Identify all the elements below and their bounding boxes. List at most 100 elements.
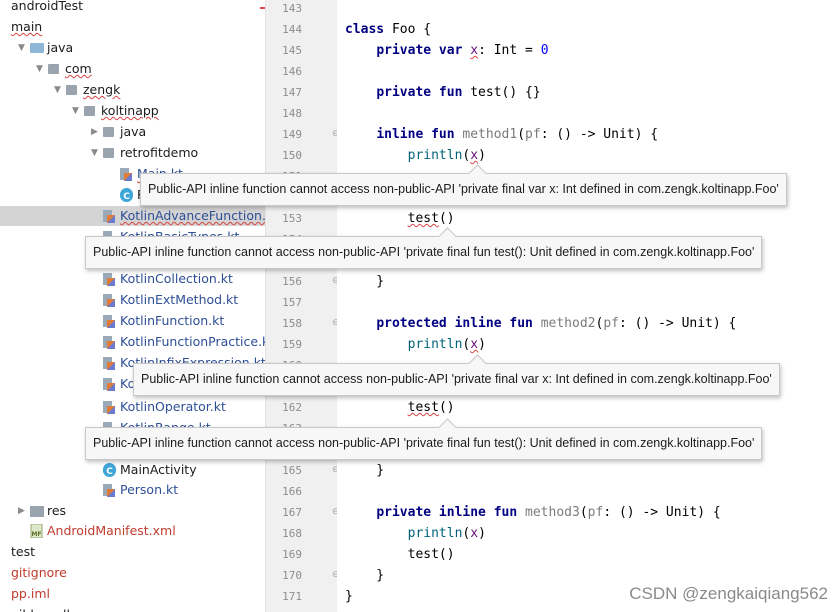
tree-item-label: KotlinFunctionPractice.kt [120,334,265,349]
tree-item[interactable]: Person.kt [0,480,265,500]
tree-item-label: KotlinExtMethod.kt [120,292,239,307]
tree-item[interactable]: KotlinFunctionPractice.kt [0,332,265,352]
line-number: 169 [282,548,302,561]
tree-item-label: java [47,40,74,55]
tooltip-text: Public-API inline function cannot access… [141,372,772,386]
expand-arrow-icon[interactable]: ▼ [18,38,25,58]
line-number: 146 [282,65,302,78]
tree-item[interactable]: ▶ res [0,501,265,521]
line-number: 170 [282,569,302,582]
package-icon [48,64,59,74]
code-line: class Foo { [345,19,431,40]
code-line: } [345,586,353,607]
error-tooltip: Public-API inline function cannot access… [85,418,763,460]
code-token: private var [376,43,471,58]
error-tooltip: Public-API inline function cannot access… [140,164,787,206]
code-line: } [345,565,384,586]
tree-item[interactable]: androidTest [0,0,265,16]
code-token: } [345,274,385,289]
kotlin-file-icon [103,377,115,391]
line-number-gutter: 143144145146147148149⊖150151152153154155… [276,0,340,612]
tree-item-label: KotlinAdvanceFunction.kt [120,208,265,223]
code-token: inline fun [376,127,463,142]
code-token: Foo { [391,22,432,37]
code-line: test() [345,208,455,229]
line-number: 166 [282,485,302,498]
kotlin-file-icon [103,272,115,286]
code-token: : () -> Unit) { [603,505,721,520]
tree-item[interactable]: gitignore [0,563,265,583]
tree-item[interactable]: ▼ koltinapp [0,101,265,121]
line-number: 165 [282,464,302,477]
code-token: private fun [376,85,471,100]
code-token: test() [345,547,455,562]
expand-arrow-icon[interactable]: ▼ [72,101,79,121]
kotlin-file-icon [103,209,115,223]
collapse-arrow-icon[interactable]: ▶ [91,122,98,142]
class-icon: C [103,463,116,477]
tree-item[interactable]: ▼ java [0,38,265,58]
line-number: 171 [282,590,302,603]
tree-item[interactable]: ▼ retrofitdemo [0,143,265,163]
tree-item[interactable]: KotlinAdvanceFunction.kt [0,206,265,226]
tree-item[interactable]: KotlinExtMethod.kt [0,290,265,310]
code-token: println [407,148,463,163]
code-line: } [345,271,384,292]
code-token: test [407,400,439,415]
error-tooltip: Public-API inline function cannot access… [85,227,763,269]
code-line: println(x) [345,334,486,355]
tooltip-text: Public-API inline function cannot access… [93,245,755,259]
tree-item[interactable]: KotlinCollection.kt [0,269,265,289]
tree-item[interactable]: ▶ java [0,122,265,142]
code-line: private fun test() {} [345,82,540,103]
tree-item[interactable]: test [0,542,265,562]
code-token: protected inline fun [376,316,541,331]
kotlin-file-icon [103,335,115,349]
code-line: private var x: Int = 0 [345,40,548,61]
kotlin-file-icon [103,483,115,497]
class-icon: C [120,188,133,202]
svg-text:MF: MF [31,531,41,538]
code-editor[interactable]: class Foo { private var x: Int = 0 priva… [337,0,840,612]
tree-item[interactable]: pp.iml [0,584,265,604]
tree-item[interactable]: C MainActivity [0,460,265,480]
tree-item-label: KotlinFunction.kt [120,313,225,328]
code-token: ) [478,526,486,541]
tree-item[interactable]: uild.gradle [0,605,265,612]
tree-item[interactable]: KotlinOperator.kt [0,397,265,417]
tree-item-label: com [65,61,92,76]
tree-item-label: main [11,19,43,34]
line-number: 143 [282,2,302,15]
line-number: 150 [282,149,302,162]
line-number: 148 [282,107,302,120]
tree-item[interactable]: main [0,17,265,37]
tree-item-label: uild.gradle [11,605,78,612]
code-token: println [407,337,463,352]
tree-item-label: AndroidManifest.xml [47,523,176,538]
code-line: println(x) [345,523,486,544]
expand-arrow-icon[interactable]: ▼ [54,80,61,100]
kotlin-file-icon [103,400,115,414]
expand-arrow-icon[interactable]: ▼ [91,143,98,163]
tree-item-label: Person.kt [120,482,179,497]
tree-item[interactable]: ▼ com [0,59,265,79]
collapse-arrow-icon[interactable]: ▶ [18,501,25,521]
tree-item-label: zengk [83,82,121,97]
line-number: 162 [282,401,302,414]
tree-item[interactable]: MF AndroidManifest.xml [0,521,265,541]
expand-arrow-icon[interactable]: ▼ [36,59,43,79]
line-number: 159 [282,338,302,351]
error-tooltip: Public-API inline function cannot access… [133,354,780,396]
kotlin-file-icon [103,314,115,328]
tree-item[interactable]: ▼ zengk [0,80,265,100]
tree-item[interactable]: KotlinFunction.kt [0,311,265,331]
line-number: 156 [282,275,302,288]
tree-item-label: retrofitdemo [120,145,199,160]
tree-item-label: koltinapp [101,103,159,118]
code-token: pf [603,316,619,331]
